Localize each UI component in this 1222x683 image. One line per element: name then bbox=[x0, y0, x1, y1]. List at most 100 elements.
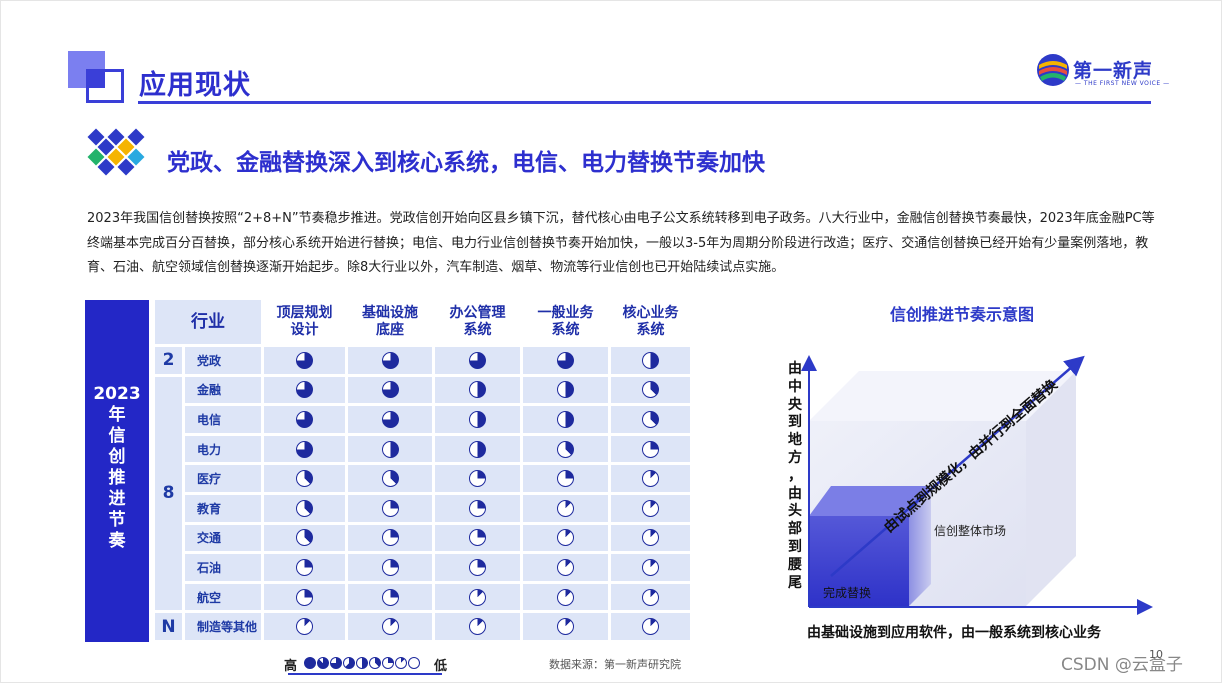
progress-pie-icon bbox=[469, 529, 486, 547]
logo-en-text: THE FIRST NEW VOICE bbox=[1083, 80, 1161, 87]
progress-pie-icon bbox=[296, 351, 313, 369]
progress-pie-icon bbox=[469, 499, 486, 517]
level-cell bbox=[348, 524, 432, 552]
progress-pie-icon bbox=[381, 470, 399, 488]
title-decoration-fill bbox=[86, 69, 105, 88]
progress-pie-icon bbox=[317, 657, 329, 669]
industry-cell: 石油 bbox=[185, 554, 261, 581]
level-cell bbox=[348, 583, 432, 611]
level-cell bbox=[348, 347, 432, 374]
level-cell bbox=[435, 583, 520, 611]
level-cell bbox=[523, 435, 608, 463]
progress-pie-icon bbox=[642, 440, 659, 458]
level-cell bbox=[264, 583, 345, 611]
progress-pie-icon bbox=[369, 657, 381, 669]
progress-pie-icon bbox=[395, 657, 407, 669]
pace-diagram: 由试点到规模化，由并行到全面替换 信创整体市场 完成替换 bbox=[801, 355, 1153, 615]
level-cell bbox=[523, 347, 608, 374]
progress-pie-icon bbox=[381, 618, 399, 636]
diagram-x-axis-label: 由基础设施到应用软件，由一般系统到核心业务 bbox=[807, 625, 1101, 641]
slide: 应用现状 第一新声 — THE FIRST NEW VOICE — 党政、金融替… bbox=[0, 0, 1222, 683]
level-cell bbox=[264, 406, 345, 433]
group-label: 2 bbox=[155, 347, 182, 374]
progress-pie-icon bbox=[381, 410, 399, 428]
progress-pie-icon bbox=[557, 588, 574, 606]
level-cell bbox=[611, 376, 690, 404]
progress-pie-icon bbox=[381, 351, 399, 369]
progress-pie-icon bbox=[469, 410, 486, 428]
legend-underline bbox=[288, 673, 442, 675]
level-cell bbox=[264, 435, 345, 463]
level-cell bbox=[523, 554, 608, 581]
level-cell bbox=[611, 495, 690, 522]
table-side-label: 2023 年信创推进节奏 bbox=[93, 384, 141, 551]
outer-market-label: 信创整体市场 bbox=[934, 523, 1006, 538]
level-cell bbox=[264, 554, 345, 581]
level-cell bbox=[435, 524, 520, 552]
level-cell bbox=[264, 347, 345, 374]
level-cell bbox=[435, 554, 520, 581]
progress-pie-icon bbox=[381, 381, 399, 399]
page-title: 应用现状 bbox=[139, 70, 251, 101]
progress-pie-icon bbox=[642, 351, 659, 369]
level-cell bbox=[523, 376, 608, 404]
progress-pie-icon bbox=[642, 588, 659, 606]
level-cell bbox=[435, 406, 520, 433]
progress-pie-icon bbox=[296, 529, 313, 547]
column-header: 基础设施 底座 bbox=[348, 300, 432, 344]
progress-pie-icon bbox=[642, 381, 659, 399]
level-cell bbox=[611, 347, 690, 374]
diagram-title: 信创推进节奏示意图 bbox=[890, 305, 1035, 324]
progress-pie-icon bbox=[296, 558, 313, 576]
column-header: 一般业务 系统 bbox=[523, 300, 608, 344]
progress-pie-icon bbox=[296, 499, 313, 517]
logo-text: 第一新声 bbox=[1073, 60, 1154, 82]
progress-pie-icon bbox=[642, 470, 659, 488]
level-cell bbox=[523, 524, 608, 552]
progress-pie-icon bbox=[296, 410, 313, 428]
level-cell bbox=[611, 435, 690, 463]
legend-low: 低 bbox=[434, 659, 448, 674]
progress-pie-icon bbox=[557, 440, 574, 458]
level-cell bbox=[523, 406, 608, 433]
level-cell bbox=[611, 406, 690, 433]
progress-pie-icon bbox=[469, 618, 486, 636]
progress-pie-icon bbox=[642, 558, 659, 576]
progress-pie-icon bbox=[381, 588, 399, 606]
progress-pie-icon bbox=[469, 351, 486, 369]
progress-pie-icon bbox=[304, 657, 316, 669]
level-cell bbox=[348, 406, 432, 433]
progress-pie-icon bbox=[330, 657, 342, 669]
progress-pie-icon bbox=[381, 558, 399, 576]
level-cell bbox=[523, 465, 608, 492]
progress-pie-icon bbox=[469, 558, 486, 576]
progress-pie-icon bbox=[557, 351, 574, 369]
diamond-grid-icon bbox=[87, 128, 145, 176]
level-cell bbox=[348, 435, 432, 463]
progress-pie-icon bbox=[408, 657, 420, 669]
level-cell bbox=[264, 376, 345, 404]
progress-pie-icon bbox=[296, 618, 313, 636]
logo-icon bbox=[1037, 54, 1069, 86]
level-cell bbox=[523, 495, 608, 522]
industry-cell: 制造等其他 bbox=[185, 613, 261, 640]
industry-cell: 电力 bbox=[185, 435, 261, 463]
industry-cell: 电信 bbox=[185, 406, 261, 433]
industry-cell: 航空 bbox=[185, 583, 261, 611]
progress-pie-icon bbox=[296, 440, 313, 458]
level-cell bbox=[435, 495, 520, 522]
level-cell bbox=[435, 613, 520, 640]
watermark: CSDN @云盒子 bbox=[1061, 655, 1183, 675]
level-cell bbox=[348, 465, 432, 492]
level-cell bbox=[611, 524, 690, 552]
industry-header: 行业 bbox=[155, 300, 261, 344]
level-cell bbox=[611, 613, 690, 640]
progress-pie-icon bbox=[381, 440, 399, 458]
progress-pie-icon bbox=[557, 618, 574, 636]
progress-pie-icon bbox=[557, 558, 574, 576]
level-cell bbox=[611, 465, 690, 492]
level-cell bbox=[611, 554, 690, 581]
logo-subtext: — THE FIRST NEW VOICE — bbox=[1075, 80, 1170, 87]
legend-high: 高 bbox=[284, 659, 298, 674]
inner-done-label: 完成替换 bbox=[823, 585, 871, 600]
